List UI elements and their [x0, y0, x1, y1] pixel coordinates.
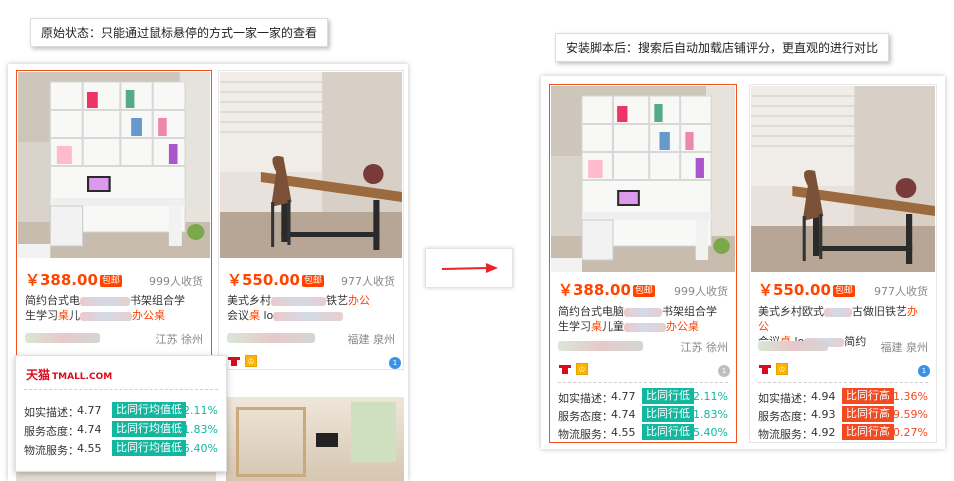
product-price: ￥550.00 包邮 — [758, 281, 855, 299]
product-title[interactable]: 简约台式电 书架组合学 生学习桌儿 办公桌 — [25, 293, 203, 323]
wangwang-chat-icon[interactable]: 1 — [718, 365, 730, 377]
gold-seller-icon: ♔ — [776, 363, 788, 375]
score-row: 服务态度： 4.74 比同行均值低 1.83% — [24, 421, 218, 438]
score-row: 如实描述： 4.77 比同行均值低 2.11% — [24, 402, 218, 419]
product-card[interactable]: ￥388.00 包邮 999人收货 简约台式电 书架组合学 生学习桌儿 办公桌 江苏 … — [16, 70, 212, 370]
sales-count: 977人收货 — [874, 285, 928, 298]
shop-location: 江苏 徐州 — [155, 333, 204, 346]
tmall-icon — [558, 363, 572, 375]
right-arrow-icon — [441, 263, 498, 273]
score-row: 物流服务： 4.55 比同行低 5.40% — [558, 424, 728, 441]
product-price: ￥550.00 包邮 — [227, 271, 324, 289]
shop-location: 福建 泉州 — [880, 341, 929, 354]
tmall-icon — [758, 363, 772, 375]
shop-name[interactable] — [758, 341, 828, 351]
sales-count: 977人收货 — [341, 275, 395, 288]
free-shipping-badge: 包邮 — [632, 285, 655, 297]
wangwang-chat-icon[interactable]: 1 — [918, 365, 930, 377]
product-card[interactable]: ￥388.00 包邮 999人收货 简约台式电脑 书架组合学 生学习桌儿童 办公桌 江… — [549, 84, 737, 443]
product-card[interactable]: ￥550.00 包邮 977人收货 美式乡村 铁艺办公 会议桌 lo 福建 泉州 ♔… — [218, 70, 404, 370]
gold-seller-icon: ♔ — [576, 363, 588, 375]
sales-count: 999人收货 — [674, 285, 728, 298]
product-image-peek[interactable] — [226, 397, 404, 481]
tmall-logo: 天猫 TMALL.COM — [26, 368, 113, 382]
shop-name[interactable] — [227, 333, 315, 343]
product-image[interactable] — [551, 86, 735, 272]
wangwang-chat-icon[interactable]: 1 — [389, 357, 401, 369]
score-row: 服务态度： 4.74 比同行低 1.83% — [558, 406, 728, 423]
score-row: 如实描述： 4.77 比同行低 2.11% — [558, 388, 728, 405]
product-title[interactable]: 美式乡村 铁艺办公 会议桌 lo — [227, 293, 395, 323]
divider — [758, 382, 928, 383]
product-image[interactable] — [751, 86, 935, 272]
tmall-icon — [227, 355, 241, 367]
free-shipping-badge: 包邮 — [301, 275, 324, 287]
shop-location: 江苏 徐州 — [680, 341, 729, 354]
product-price: ￥388.00 包邮 — [558, 281, 655, 299]
arrow-box — [425, 248, 513, 288]
sales-count: 999人收货 — [149, 275, 203, 288]
right-panel: ￥388.00 包邮 999人收货 简约台式电脑 书架组合学 生学习桌儿童 办公桌 江… — [541, 76, 945, 449]
product-price: ￥388.00 包邮 — [25, 271, 122, 289]
shop-name[interactable] — [558, 341, 643, 351]
shop-location: 福建 泉州 — [347, 333, 396, 346]
score-row: 服务态度： 4.93 比同行高 59.59% — [758, 406, 928, 423]
shop-rating-popup: 天猫 TMALL.COM 如实描述： 4.77 比同行均值低 2.11% 服务态度： 4… — [15, 355, 227, 472]
product-image[interactable] — [220, 72, 402, 258]
divider — [24, 389, 218, 390]
product-card[interactable]: ￥550.00包邮 977人收货 美式乡村欧式古做旧铁艺办公 会议桌 lo简约 … — [749, 84, 937, 443]
product-title[interactable]: 简约台式电脑 书架组合学 生学习桌儿童 办公桌 — [558, 304, 728, 334]
shop-name[interactable] — [25, 333, 100, 343]
free-shipping-badge: 包邮 — [832, 285, 855, 297]
score-row: 物流服务： 4.92 比同行高 60.27% — [758, 424, 928, 441]
left-caption: 原始状态：只能通过鼠标悬停的方式一家一家的查看 — [30, 18, 329, 47]
gold-seller-icon: ♔ — [245, 355, 257, 367]
free-shipping-badge: 包邮 — [99, 275, 122, 287]
product-image[interactable] — [18, 72, 210, 258]
score-row: 如实描述： 4.94 比同行高 51.36% — [758, 388, 928, 405]
right-caption: 安装脚本后：搜索后自动加载店铺评分，更直观的进行对比 — [555, 33, 890, 62]
score-row: 物流服务： 4.55 比同行均值低 5.40% — [24, 440, 218, 457]
divider — [558, 382, 728, 383]
